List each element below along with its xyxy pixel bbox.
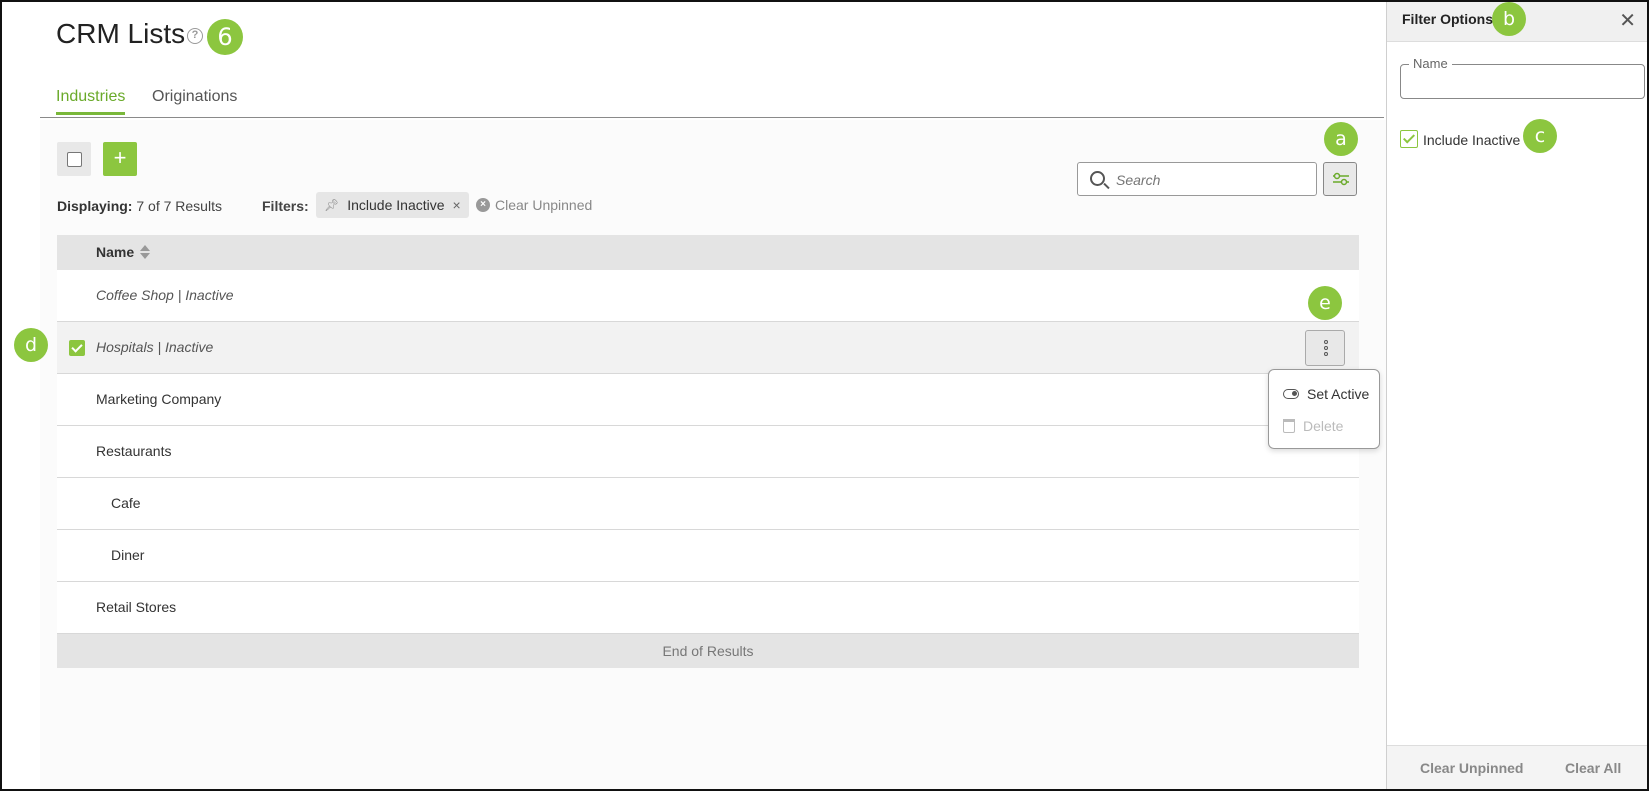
row-name: Restaurants	[96, 443, 172, 459]
tab-originations[interactable]: Originations	[152, 88, 237, 112]
help-icon[interactable]: ?	[187, 28, 203, 44]
include-inactive-label[interactable]: Include Inactive	[1423, 132, 1520, 148]
clear-circle-icon: ×	[476, 198, 490, 212]
menu-item-label: Delete	[1303, 418, 1344, 434]
table-row[interactable]: Hospitals | Inactive	[57, 322, 1359, 374]
tab-bar: Industries Originations	[40, 82, 1384, 118]
trash-icon	[1283, 419, 1295, 433]
filters-label: Filters:	[262, 198, 309, 214]
clear-unpinned-label: Clear Unpinned	[495, 197, 593, 213]
row-name: Cafe	[111, 495, 141, 511]
table-row[interactable]: Coffee Shop | Inactive	[57, 270, 1359, 322]
annotation-badge-b: b	[1492, 2, 1526, 36]
table-row[interactable]: Marketing Company	[57, 374, 1359, 426]
annotation-badge-c: c	[1523, 119, 1557, 153]
row-name: Coffee Shop | Inactive	[96, 287, 234, 303]
row-name: Marketing Company	[96, 391, 222, 407]
filter-settings-icon	[1333, 172, 1349, 186]
filter-options-panel: Filter Options ✕ Name Include Inactive C…	[1386, 2, 1648, 789]
panel-title: Filter Options	[1402, 11, 1493, 27]
clear-unpinned-link[interactable]: × Clear Unpinned	[476, 197, 592, 213]
filter-chip-label: Include Inactive	[347, 197, 445, 213]
kebab-dot	[1324, 346, 1328, 350]
table-row[interactable]: Diner	[57, 530, 1359, 582]
column-name-label: Name	[96, 244, 135, 260]
menu-item-set-active[interactable]: Set Active	[1283, 386, 1369, 402]
result-count: Displaying: 7 of 7 Results	[57, 198, 222, 214]
row-actions-menu: Set Active Delete	[1268, 369, 1380, 449]
annotation-badge-a: a	[1324, 122, 1358, 156]
row-actions-button[interactable]	[1305, 330, 1345, 366]
include-inactive-checkbox[interactable]	[1400, 130, 1418, 148]
clear-unpinned-button[interactable]: Clear Unpinned	[1420, 760, 1523, 776]
menu-item-delete: Delete	[1283, 418, 1343, 434]
annotation-badge-d: d	[14, 328, 48, 362]
page-title: CRM Lists	[56, 18, 186, 49]
column-header-name[interactable]: Name	[96, 244, 151, 260]
checkbox-box	[67, 152, 82, 167]
row-checkbox[interactable]	[69, 340, 85, 356]
panel-footer: Clear Unpinned Clear All	[1387, 745, 1648, 789]
annotation-badge-e: e	[1308, 286, 1342, 320]
filter-chip: 📌︎ Include Inactive ×	[316, 192, 469, 218]
sort-icon	[140, 245, 151, 259]
table-row[interactable]: Cafe	[57, 478, 1359, 530]
search-box	[1077, 162, 1317, 196]
displaying-value: 7 of 7 Results	[136, 198, 222, 214]
filter-options-button[interactable]	[1323, 162, 1357, 196]
step-badge: 6	[207, 19, 243, 55]
add-button[interactable]: +	[103, 142, 137, 176]
kebab-dot	[1324, 352, 1328, 356]
toggle-icon	[1283, 389, 1299, 399]
tab-industries[interactable]: Industries	[56, 88, 126, 115]
search-input[interactable]	[1116, 170, 1306, 190]
table-row[interactable]: Retail Stores	[57, 582, 1359, 634]
table-header: Name	[57, 235, 1359, 270]
pin-icon[interactable]: 📌︎	[324, 192, 339, 218]
end-of-results: End of Results	[57, 634, 1359, 668]
industries-table: Name Coffee Shop | Inactive Hospitals | …	[57, 235, 1359, 668]
search-icon	[1090, 171, 1105, 186]
row-name: Retail Stores	[96, 599, 177, 615]
clear-all-button[interactable]: Clear All	[1565, 760, 1621, 776]
name-filter-label: Name	[1409, 56, 1452, 71]
remove-filter-icon[interactable]: ×	[453, 192, 461, 218]
table-row[interactable]: Restaurants	[57, 426, 1359, 478]
menu-item-label: Set Active	[1307, 386, 1370, 402]
select-all-checkbox[interactable]	[57, 142, 91, 176]
displaying-label: Displaying:	[57, 198, 133, 214]
close-icon[interactable]: ✕	[1619, 8, 1636, 33]
kebab-dot	[1324, 340, 1328, 344]
row-name: Hospitals | Inactive	[96, 339, 214, 355]
row-name: Diner	[111, 547, 145, 563]
